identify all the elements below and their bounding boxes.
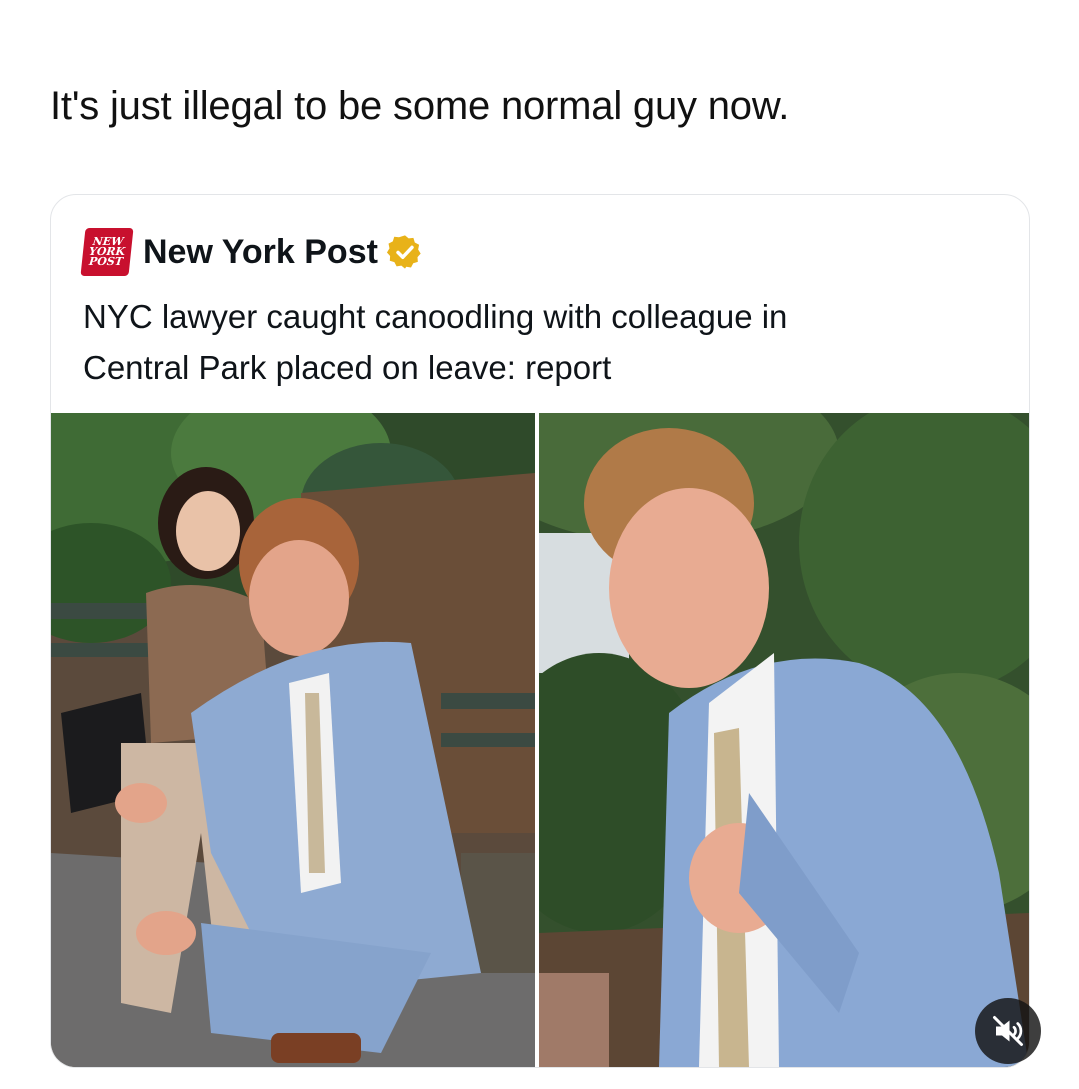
headline-line-2: Central Park placed on leave: report (83, 349, 612, 386)
new-york-post-logo[interactable]: NEW YORK POST (80, 228, 134, 276)
speaker-muted-icon (993, 1016, 1023, 1046)
photo-left-image (51, 413, 535, 1067)
embedded-tweet-card[interactable]: NEW YORK POST New York Post NYC lawyer c… (50, 194, 1030, 1068)
tweet-header: NEW YORK POST New York Post (80, 227, 424, 277)
photo-right-image (539, 413, 1029, 1067)
mute-toggle-button[interactable] (975, 998, 1041, 1064)
logo-line-3: POST (88, 255, 124, 268)
tweet-headline[interactable]: NYC lawyer caught canoodling with collea… (83, 291, 983, 393)
photo-left[interactable] (51, 413, 535, 1067)
photo-right[interactable] (539, 413, 1029, 1067)
tweet-media (51, 413, 1029, 1067)
post-caption: It's just illegal to be some normal guy … (50, 84, 790, 128)
account-name[interactable]: New York Post (143, 233, 378, 272)
headline-line-1: NYC lawyer caught canoodling with collea… (83, 298, 788, 335)
verified-badge-icon (386, 235, 421, 269)
